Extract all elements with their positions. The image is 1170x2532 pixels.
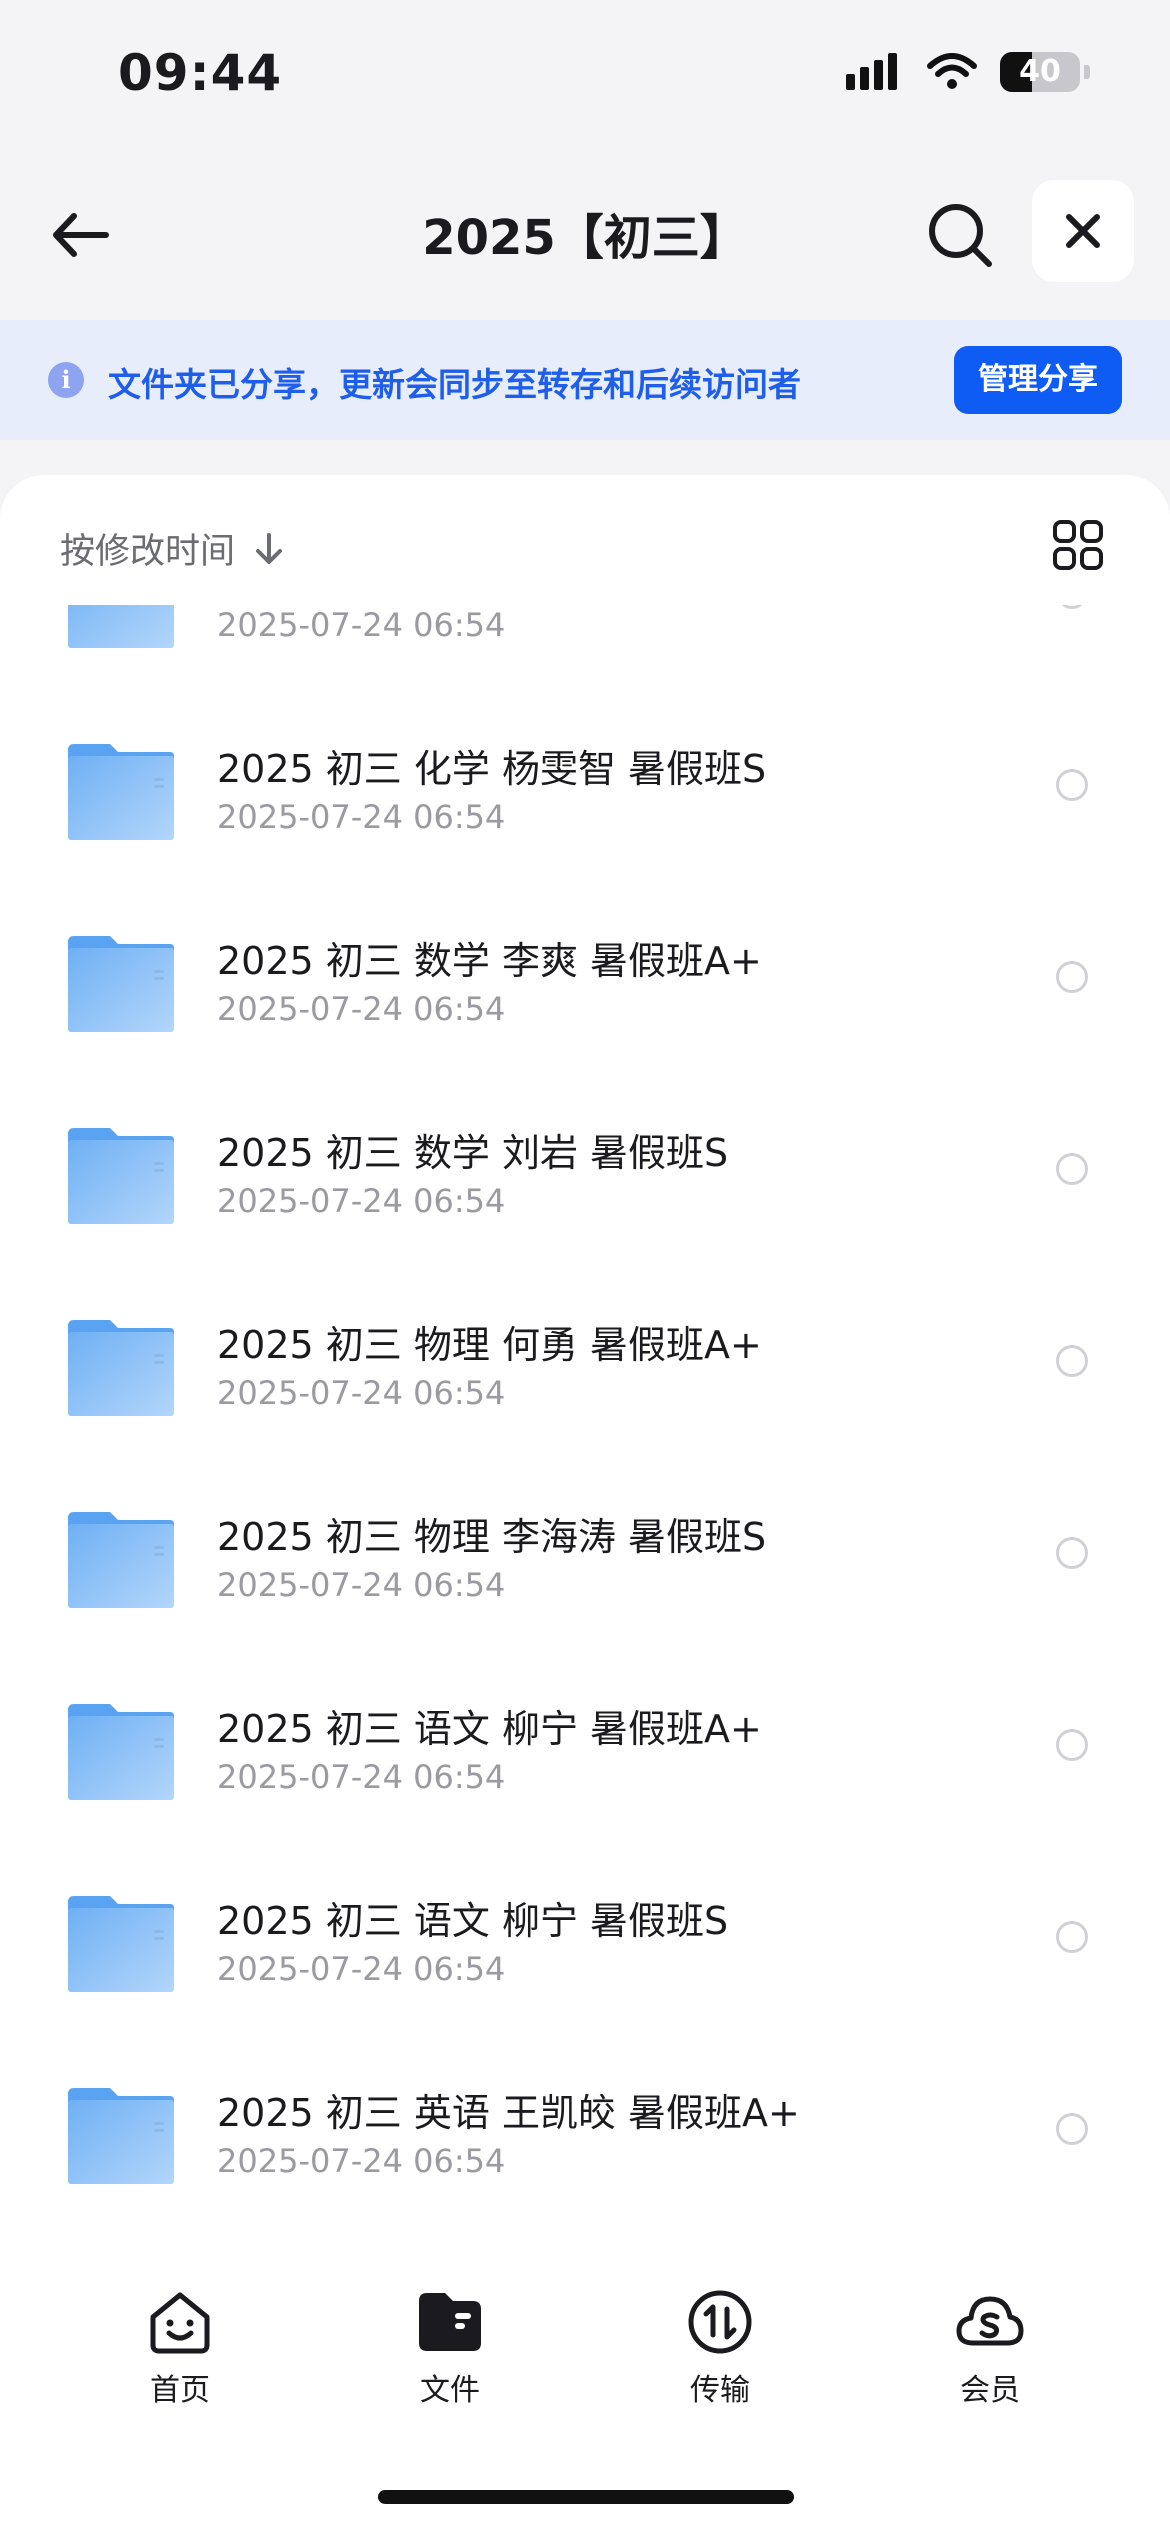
status-bar: 09:44 40 <box>0 0 1170 150</box>
folder-icon <box>68 2088 174 2184</box>
manage-share-button[interactable]: 管理分享 <box>954 346 1122 414</box>
file-row[interactable]: 2025 初三 英语 王凯皎 暑假班A+ 2025-07-24 06:54 <box>0 2046 1170 2225</box>
folder-icon <box>68 744 174 840</box>
select-radio[interactable] <box>1056 1537 1088 1569</box>
folder-icon <box>68 1704 174 1800</box>
tab-home[interactable]: 首页 <box>80 2287 280 2409</box>
status-time: 09:44 <box>118 44 283 102</box>
folder-icon <box>68 1896 174 1992</box>
file-name: 2025 初三 数学 刘岩 暑假班S <box>217 1131 729 1175</box>
select-radio[interactable] <box>1056 1729 1088 1761</box>
tab-home-label: 首页 <box>150 2373 210 2408</box>
file-date: 2025-07-24 06:54 <box>217 1758 506 1796</box>
file-name: 2025 初三 英语 王凯皎 暑假班A+ <box>217 2091 800 2135</box>
file-row[interactable]: 2025 初三 数学 刘岩 暑假班S 2025-07-24 06:54 <box>0 1086 1170 1278</box>
select-radio[interactable] <box>1056 961 1088 993</box>
file-date: 2025-07-24 06:54 <box>217 2142 506 2180</box>
file-name: 2025 初三 语文 柳宁 暑假班A+ <box>217 1707 762 1751</box>
home-smile-icon <box>150 2292 210 2354</box>
tab-transfer-label: 传输 <box>690 2373 750 2408</box>
tab-vip-label: 会员 <box>960 2373 1020 2408</box>
file-row[interactable]: 2025 初三 物理 李海涛 暑假班S 2025-07-24 06:54 <box>0 1470 1170 1662</box>
file-name: 2025 初三 语文 柳宁 暑假班S <box>217 1899 729 1943</box>
file-row[interactable]: 2025 初三 语文 柳宁 暑假班A+ 2025-07-24 06:54 <box>0 1662 1170 1854</box>
folder-icon <box>68 936 174 1032</box>
select-radio[interactable] <box>1056 1345 1088 1377</box>
file-name: 2025 初三 物理 何勇 暑假班A+ <box>217 1323 762 1367</box>
folder-icon <box>68 605 174 648</box>
select-radio[interactable] <box>1056 1921 1088 1953</box>
folder-icon <box>419 2293 481 2351</box>
grid-view-button[interactable] <box>1052 519 1104 571</box>
sort-label: 按修改时间 <box>60 532 236 572</box>
file-date: 2025-07-24 06:54 <box>217 1374 506 1412</box>
select-radio[interactable] <box>1056 2113 1088 2145</box>
battery-icon: 40 <box>1000 52 1080 92</box>
status-icons: 40 <box>844 52 1090 92</box>
arrow-down-icon <box>256 532 283 564</box>
select-radio[interactable] <box>1056 605 1088 609</box>
file-date: 2025-07-24 06:54 <box>217 798 506 836</box>
file-date: 2025-07-24 06:54 <box>217 1182 506 1220</box>
tab-files-label: 文件 <box>420 2373 480 2408</box>
file-list-card: 按修改时间 2025 初三 道德与法治 朴韬 通用版2025-07-24 06:… <box>0 475 1170 2255</box>
vip-cloud-icon <box>956 2296 1024 2346</box>
sort-selector[interactable]: 按修改时间 <box>60 523 285 574</box>
share-banner-text: 文件夹已分享，更新会同步至转存和后续访问者 <box>108 365 801 404</box>
folder-icon <box>68 1320 174 1416</box>
file-row[interactable]: 2025 初三 物理 何勇 暑假班A+ 2025-07-24 06:54 <box>0 1278 1170 1470</box>
file-date: 2025-07-24 06:54 <box>217 606 506 644</box>
transfer-icon <box>688 2290 752 2354</box>
file-row[interactable]: 2025 初三 道德与法治 朴韬 通用版2025-07-24 06:54 <box>0 605 1170 702</box>
grid-view-icon <box>1053 520 1103 570</box>
home-indicator <box>378 2490 794 2504</box>
info-icon: i <box>48 362 84 398</box>
file-date: 2025-07-24 06:54 <box>217 990 506 1028</box>
file-row[interactable]: 2025 初三 语文 柳宁 暑假班S 2025-07-24 06:54 <box>0 1854 1170 2046</box>
close-icon <box>1066 214 1100 248</box>
battery-level: 40 <box>1019 54 1061 89</box>
file-list: 2025 初三 道德与法治 朴韬 通用版2025-07-24 06:542025… <box>0 605 1170 2225</box>
folder-icon <box>68 1512 174 1608</box>
close-button[interactable] <box>1032 180 1134 282</box>
file-name: 2025 初三 物理 李海涛 暑假班S <box>217 1515 767 1559</box>
select-radio[interactable] <box>1056 769 1088 801</box>
share-banner: i 文件夹已分享，更新会同步至转存和后续访问者 管理分享 <box>0 320 1170 440</box>
battery-cap <box>1084 65 1090 79</box>
file-row[interactable]: 2025 初三 化学 杨雯智 暑假班S 2025-07-24 06:54 <box>0 702 1170 894</box>
file-date: 2025-07-24 06:54 <box>217 1566 506 1604</box>
wifi-icon <box>927 53 977 89</box>
folder-icon <box>68 1128 174 1224</box>
signal-icon <box>846 53 897 90</box>
file-name: 2025 初三 化学 杨雯智 暑假班S <box>217 747 767 791</box>
select-radio[interactable] <box>1056 1153 1088 1185</box>
tab-transfer[interactable]: 传输 <box>620 2287 820 2409</box>
header: 2025【初三】 <box>0 170 1170 310</box>
file-name: 2025 初三 数学 李爽 暑假班A+ <box>217 939 762 983</box>
tab-files[interactable]: 文件 <box>350 2287 550 2409</box>
file-date: 2025-07-24 06:54 <box>217 1950 506 1988</box>
search-icon <box>929 204 992 267</box>
search-button[interactable] <box>925 200 995 270</box>
tab-vip[interactable]: 会员 <box>890 2287 1090 2409</box>
file-row[interactable]: 2025 初三 数学 李爽 暑假班A+ 2025-07-24 06:54 <box>0 894 1170 1086</box>
